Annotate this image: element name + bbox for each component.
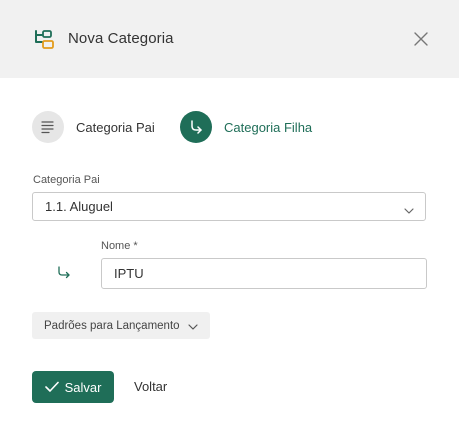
sub-arrow-icon: [180, 111, 212, 143]
name-label: Nome *: [101, 240, 138, 252]
new-category-modal: Nova Categoria Categoria Pai Categoria F…: [0, 0, 459, 434]
segment-categoria-filha[interactable]: Categoria Filha: [180, 110, 312, 144]
save-button[interactable]: Salvar: [32, 371, 114, 403]
parent-category-select[interactable]: 1.1. Aluguel: [32, 192, 426, 221]
close-icon[interactable]: [412, 30, 430, 48]
child-arrow-icon: [57, 266, 71, 280]
list-lines-icon: [32, 111, 64, 143]
segment-label: Categoria Filha: [224, 119, 313, 135]
parent-category-value: 1.1. Aluguel: [45, 199, 113, 214]
modal-header: Nova Categoria: [0, 0, 459, 78]
category-tree-icon: [33, 28, 57, 52]
defaults-button-label: Padrões para Lançamento: [44, 319, 180, 332]
save-button-label: Salvar: [64, 379, 102, 395]
chevron-down-icon: [404, 203, 414, 214]
defaults-dropdown-button[interactable]: Padrões para Lançamento: [32, 312, 210, 339]
modal-title: Nova Categoria: [68, 30, 174, 47]
name-input[interactable]: [101, 258, 427, 289]
check-icon: [44, 381, 59, 393]
chevron-down-icon: [187, 322, 198, 330]
segment-categoria-pai[interactable]: Categoria Pai: [32, 110, 155, 144]
segment-label: Categoria Pai: [76, 119, 155, 135]
parent-category-label: Categoria Pai: [33, 174, 100, 186]
back-link[interactable]: Voltar: [134, 379, 167, 394]
